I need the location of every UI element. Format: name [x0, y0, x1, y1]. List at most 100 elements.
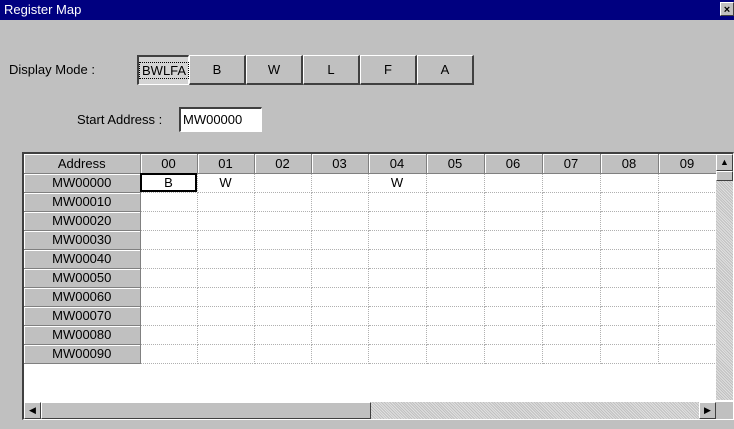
- display-mode-l-button[interactable]: L: [303, 55, 360, 85]
- register-cell[interactable]: [600, 249, 659, 269]
- register-cell[interactable]: [368, 211, 427, 231]
- register-cell[interactable]: [426, 268, 485, 288]
- register-cell[interactable]: [600, 325, 659, 345]
- register-cell[interactable]: [311, 344, 369, 364]
- register-cell[interactable]: [311, 287, 369, 307]
- register-cell[interactable]: [254, 230, 312, 250]
- register-cell[interactable]: [600, 287, 659, 307]
- register-cell[interactable]: [197, 344, 255, 364]
- register-cell[interactable]: [542, 344, 601, 364]
- register-cell[interactable]: [658, 211, 717, 231]
- scroll-up-icon[interactable]: ▲: [716, 154, 733, 171]
- register-cell[interactable]: [542, 268, 601, 288]
- register-cell[interactable]: [368, 192, 427, 212]
- vertical-scroll-thumb[interactable]: [716, 171, 733, 181]
- register-cell[interactable]: [426, 344, 485, 364]
- register-cell[interactable]: [484, 211, 543, 231]
- register-cell[interactable]: [311, 211, 369, 231]
- horizontal-scroll-thumb[interactable]: [41, 402, 371, 419]
- register-cell[interactable]: [600, 230, 659, 250]
- register-cell[interactable]: [658, 173, 717, 193]
- register-cell[interactable]: [140, 249, 198, 269]
- register-cell[interactable]: [542, 306, 601, 326]
- register-cell[interactable]: [484, 173, 543, 193]
- register-cell[interactable]: [197, 325, 255, 345]
- register-cell[interactable]: [254, 306, 312, 326]
- register-cell[interactable]: [197, 192, 255, 212]
- register-cell[interactable]: [658, 325, 717, 345]
- register-cell[interactable]: [197, 249, 255, 269]
- register-cell[interactable]: [140, 344, 198, 364]
- display-mode-f-button[interactable]: F: [360, 55, 417, 85]
- register-cell[interactable]: [600, 306, 659, 326]
- register-cell[interactable]: [140, 211, 198, 231]
- register-cell[interactable]: [368, 268, 427, 288]
- horizontal-scrollbar[interactable]: ◀ ▶: [24, 402, 716, 419]
- register-cell[interactable]: [368, 325, 427, 345]
- register-cell[interactable]: [311, 249, 369, 269]
- vertical-scrollbar[interactable]: ▲: [716, 154, 733, 400]
- register-cell[interactable]: [140, 268, 198, 288]
- register-cell[interactable]: [658, 268, 717, 288]
- register-cell[interactable]: [311, 192, 369, 212]
- register-cell[interactable]: [254, 268, 312, 288]
- register-cell[interactable]: [197, 230, 255, 250]
- register-cell[interactable]: [254, 249, 312, 269]
- register-cell[interactable]: [658, 230, 717, 250]
- register-cell[interactable]: [368, 249, 427, 269]
- register-cell[interactable]: B: [140, 173, 198, 193]
- register-cell[interactable]: [140, 287, 198, 307]
- register-cell[interactable]: W: [368, 173, 427, 193]
- display-mode-bwlfa-button[interactable]: BWLFA: [137, 55, 190, 85]
- start-address-input[interactable]: MW00000: [179, 107, 262, 132]
- register-cell[interactable]: [484, 230, 543, 250]
- register-cell[interactable]: [368, 344, 427, 364]
- register-cell[interactable]: [426, 306, 485, 326]
- register-cell[interactable]: [658, 249, 717, 269]
- register-cell[interactable]: [368, 306, 427, 326]
- register-cell[interactable]: [484, 325, 543, 345]
- register-cell[interactable]: [197, 287, 255, 307]
- scroll-left-icon[interactable]: ◀: [24, 402, 41, 419]
- register-cell[interactable]: [368, 230, 427, 250]
- display-mode-a-button[interactable]: A: [417, 55, 474, 85]
- register-cell[interactable]: [254, 192, 312, 212]
- register-cell[interactable]: [311, 325, 369, 345]
- register-cell[interactable]: W: [197, 173, 255, 193]
- register-cell[interactable]: [484, 249, 543, 269]
- register-cell[interactable]: [426, 192, 485, 212]
- register-cell[interactable]: [140, 306, 198, 326]
- register-cell[interactable]: [658, 306, 717, 326]
- register-cell[interactable]: [254, 325, 312, 345]
- register-cell[interactable]: [484, 287, 543, 307]
- register-cell[interactable]: [600, 192, 659, 212]
- register-cell[interactable]: [254, 173, 312, 193]
- register-cell[interactable]: [197, 268, 255, 288]
- register-cell[interactable]: [542, 230, 601, 250]
- register-cell[interactable]: [311, 230, 369, 250]
- display-mode-b-button[interactable]: B: [189, 55, 246, 85]
- register-cell[interactable]: [600, 211, 659, 231]
- register-cell[interactable]: [140, 325, 198, 345]
- register-cell[interactable]: [600, 344, 659, 364]
- register-cell[interactable]: [658, 192, 717, 212]
- register-cell[interactable]: [542, 211, 601, 231]
- register-cell[interactable]: [197, 211, 255, 231]
- register-cell[interactable]: [542, 173, 601, 193]
- register-cell[interactable]: [254, 344, 312, 364]
- register-cell[interactable]: [426, 287, 485, 307]
- register-cell[interactable]: [426, 173, 485, 193]
- register-cell[interactable]: [484, 344, 543, 364]
- register-cell[interactable]: [426, 249, 485, 269]
- register-cell[interactable]: [484, 306, 543, 326]
- register-cell[interactable]: [600, 173, 659, 193]
- scroll-right-icon[interactable]: ▶: [699, 402, 716, 419]
- register-cell[interactable]: [542, 325, 601, 345]
- register-cell[interactable]: [140, 192, 198, 212]
- register-cell[interactable]: [426, 211, 485, 231]
- register-cell[interactable]: [311, 173, 369, 193]
- display-mode-w-button[interactable]: W: [246, 55, 303, 85]
- close-icon[interactable]: ×: [720, 2, 734, 16]
- register-cell[interactable]: [426, 325, 485, 345]
- register-cell[interactable]: [254, 211, 312, 231]
